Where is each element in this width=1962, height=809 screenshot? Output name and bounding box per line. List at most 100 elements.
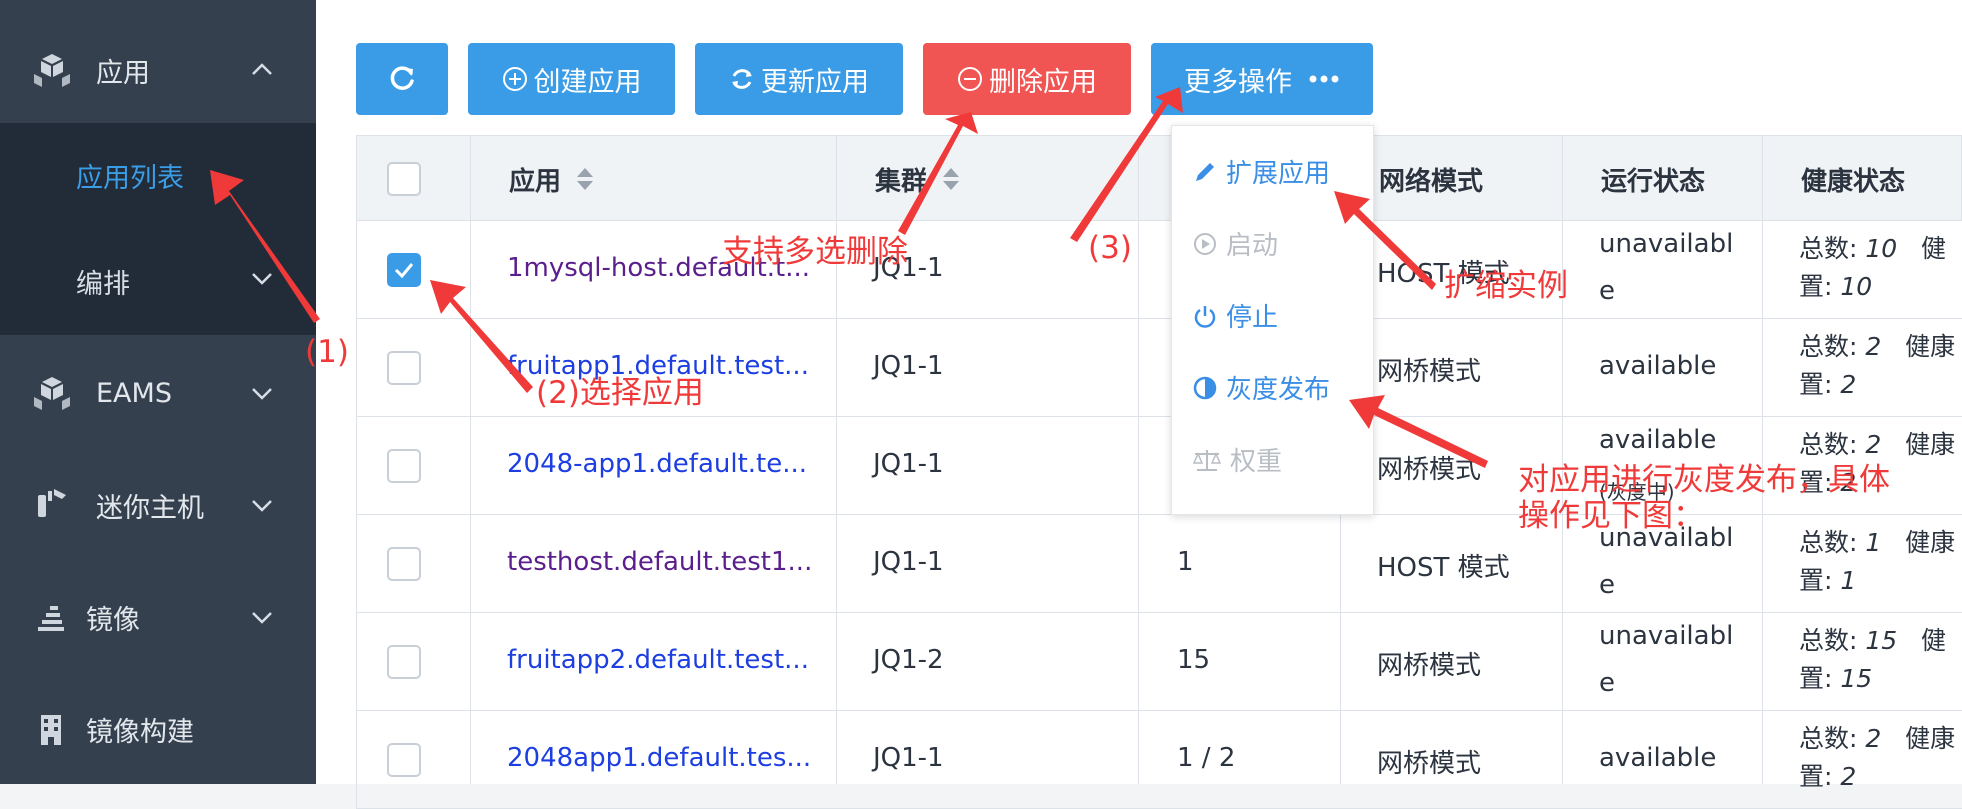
cluster-cell: JQ1-1	[873, 449, 944, 479]
instances-cell: 15	[1177, 645, 1211, 675]
cubes-icon	[34, 377, 70, 410]
status-cell: available	[1599, 425, 1717, 455]
nav-group-apps[interactable]: 应用	[0, 14, 316, 126]
refresh-button[interactable]	[356, 43, 448, 115]
status-cell: e	[1599, 276, 1615, 306]
check-icon	[394, 263, 414, 279]
app-name-link[interactable]: fruitapp2.default.test...	[507, 645, 809, 675]
instances-cell: 1 / 2	[1177, 743, 1236, 773]
annotation-step2: (2)选择应用	[536, 375, 704, 411]
column-header-app[interactable]: 应用	[509, 136, 595, 222]
column-divider	[1138, 135, 1139, 784]
table-row[interactable]: testhost.default.test1... JQ1-1 1 HOST 模式 un…	[356, 515, 1962, 613]
sync-icon	[732, 69, 752, 89]
select-all-checkbox[interactable]	[387, 162, 421, 196]
annotation-gray-note-2: 操作见下图：	[1518, 498, 1704, 534]
menu-item-stop[interactable]: 停止	[1192, 297, 1278, 334]
create-app-button[interactable]: 创建应用	[468, 43, 675, 115]
balance-scale-icon	[1192, 449, 1222, 471]
app-name-link[interactable]: 2048app1.default.tes...	[507, 743, 811, 773]
chevron-down-icon	[252, 500, 272, 512]
network-cell: 网桥模式	[1377, 749, 1482, 779]
network-cell: 网桥模式	[1377, 357, 1482, 387]
table-row[interactable]: fruitapp2.default.test... JQ1-2 15 网桥模式 unav…	[356, 613, 1962, 711]
chevron-down-icon	[252, 273, 272, 285]
more-actions-dropdown: 扩展应用 启动 停止 灰度发布 权重	[1171, 125, 1374, 515]
building-icon	[41, 715, 61, 745]
nav-group-image[interactable]: 镜像	[0, 561, 316, 673]
delete-app-label: 删除应用	[989, 66, 1097, 98]
status-cell: available	[1599, 351, 1717, 381]
ellipsis-icon	[1309, 75, 1339, 83]
menu-item-weight[interactable]: 权重	[1192, 441, 1282, 478]
cluster-cell: JQ1-2	[873, 645, 944, 675]
nav-group-mini-host[interactable]: 迷你主机	[0, 449, 316, 561]
update-app-button[interactable]: 更新应用	[695, 43, 903, 115]
chevron-down-icon	[252, 612, 272, 624]
network-cell: 网桥模式	[1377, 651, 1482, 681]
layers-icon	[38, 606, 64, 631]
cluster-cell: JQ1-1	[873, 547, 944, 577]
create-app-label: 创建应用	[533, 66, 642, 98]
row-checkbox[interactable]	[387, 743, 421, 777]
health-cell: 总数: 10 健置: 10	[1799, 234, 1947, 301]
status-cell: unavailabl	[1599, 621, 1734, 651]
nav-group-label: EAMS	[96, 377, 172, 409]
annotation-delete-note: 支持多选删除	[722, 234, 908, 270]
menu-item-scale-app[interactable]: 扩展应用	[1192, 153, 1330, 190]
health-cell: 总数: 15 健置: 15	[1799, 626, 1947, 693]
plus-circle-icon	[502, 67, 527, 91]
column-header-status: 运行状态	[1601, 166, 1706, 197]
power-icon	[1194, 305, 1216, 328]
sidebar: 应用 应用列表 编排 EAMS 迷你主机 镜像 镜像构建	[0, 0, 316, 784]
update-app-label: 更新应用	[761, 66, 869, 98]
wrench-icon	[38, 489, 66, 517]
annotation-step1: (1)	[305, 334, 349, 370]
nav-group-eams[interactable]: EAMS	[0, 337, 316, 449]
row-checkbox[interactable]	[387, 547, 421, 581]
nav-group-label: 迷你主机	[96, 492, 204, 524]
cluster-cell: JQ1-1	[873, 351, 944, 381]
status-cell: e	[1599, 570, 1615, 600]
row-checkbox[interactable]	[387, 351, 421, 385]
cluster-cell: JQ1-1	[873, 743, 944, 773]
app-name-link[interactable]: testhost.default.test1...	[507, 547, 812, 577]
table-row[interactable]: 1mysql-host.default.t... JQ1-1 HOST 模式 unav…	[356, 221, 1962, 319]
column-header-network: 网络模式	[1379, 166, 1484, 197]
column-header-cluster[interactable]: 集群	[875, 136, 961, 222]
instances-cell: 1	[1177, 547, 1194, 577]
nav-group-label: 镜像	[86, 604, 140, 636]
row-checkbox[interactable]	[387, 645, 421, 679]
chevron-up-icon	[252, 63, 272, 75]
row-checkbox[interactable]	[387, 253, 421, 287]
status-cell: e	[1599, 668, 1615, 698]
column-header-health: 健康状态	[1801, 166, 1906, 197]
pencil-icon	[1196, 162, 1214, 181]
more-actions-button[interactable]: 更多操作	[1151, 43, 1373, 115]
delete-app-button[interactable]: 删除应用	[923, 43, 1131, 115]
health-cell: 总数: 2 健康 置: 2	[1799, 724, 1956, 791]
cubes-icon	[34, 54, 70, 87]
health-cell: 总数: 1 健康 置: 1	[1799, 528, 1956, 595]
play-circle-icon	[1194, 232, 1216, 255]
chevron-down-icon	[252, 388, 272, 400]
sidebar-item-orchestration[interactable]: 编排	[76, 262, 130, 301]
table-header: 应用 集群 网络模式 运行状态 健康状态	[356, 135, 1962, 221]
table-row[interactable]: 2048app1.default.tes... JQ1-1 1 / 2 网桥模式 ava…	[356, 711, 1962, 809]
menu-item-gray-release[interactable]: 灰度发布	[1192, 369, 1330, 406]
refresh-icon	[390, 66, 414, 90]
health-cell: 总数: 2 健康 置: 2	[1799, 332, 1956, 399]
annotation-step3: (3)	[1088, 230, 1132, 266]
sidebar-item-app-list[interactable]: 应用列表	[76, 156, 184, 195]
sort-icon	[943, 168, 960, 190]
menu-item-start[interactable]: 启动	[1192, 225, 1278, 262]
network-cell: HOST 模式	[1377, 553, 1510, 583]
half-circle-icon	[1193, 376, 1217, 399]
status-cell: available	[1599, 743, 1717, 773]
column-divider	[470, 135, 471, 784]
nav-group-label: 镜像构建	[86, 716, 194, 748]
nav-group-image-build[interactable]: 镜像构建	[0, 673, 316, 785]
app-name-link[interactable]: 2048-app1.default.te...	[507, 449, 807, 479]
status-cell: unavailabl	[1599, 229, 1734, 259]
row-checkbox[interactable]	[387, 449, 421, 483]
